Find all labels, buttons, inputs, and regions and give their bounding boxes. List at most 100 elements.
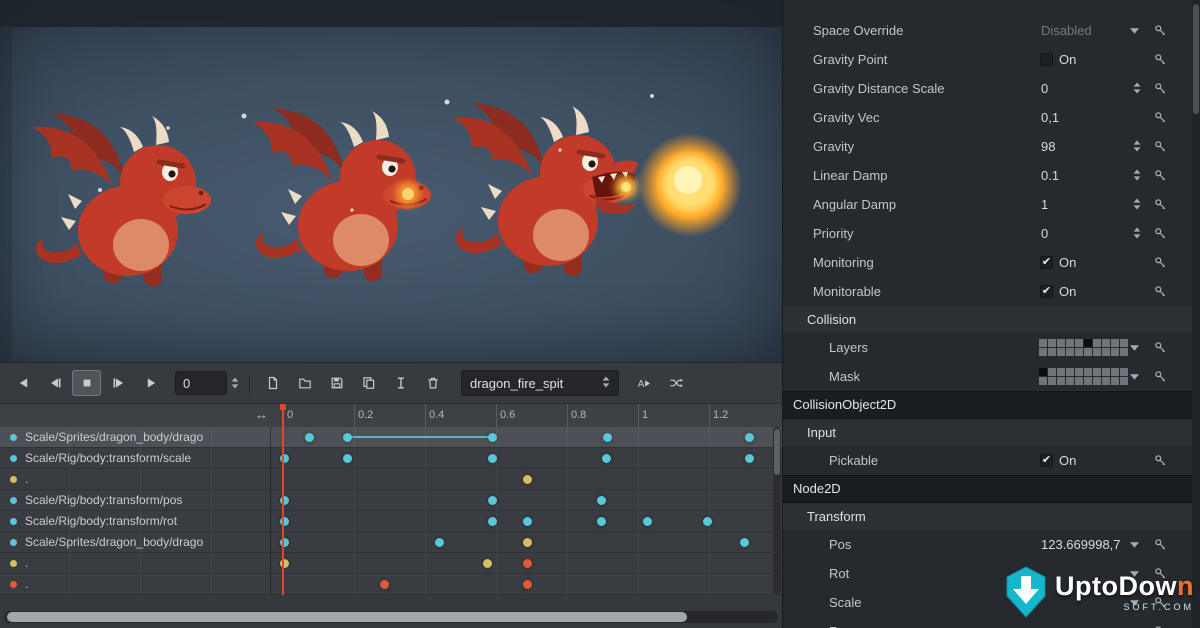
layer-cell[interactable] bbox=[1084, 368, 1092, 376]
layer-cell[interactable] bbox=[1057, 348, 1065, 356]
key-icon[interactable] bbox=[1154, 538, 1167, 551]
keyframe[interactable] bbox=[280, 538, 289, 547]
layer-cell[interactable] bbox=[1048, 377, 1056, 385]
timeline-track-6[interactable]: . bbox=[0, 553, 782, 574]
layer-cell[interactable] bbox=[1120, 377, 1128, 385]
current-frame-input[interactable]: 0 bbox=[175, 371, 227, 395]
layer-cell[interactable] bbox=[1102, 339, 1110, 347]
duplicate-animation-button[interactable] bbox=[354, 370, 383, 396]
keyframe[interactable] bbox=[523, 475, 532, 484]
keyframe[interactable] bbox=[488, 496, 497, 505]
layer-cell[interactable] bbox=[1066, 368, 1074, 376]
property-checkbox[interactable]: ✔On bbox=[1040, 255, 1076, 270]
checkbox-checked-icon[interactable]: ✔ bbox=[1040, 454, 1053, 467]
layer-grid[interactable] bbox=[1039, 339, 1128, 356]
layer-cell[interactable] bbox=[1120, 339, 1128, 347]
property-value[interactable]: 123.669998,7 bbox=[1041, 537, 1121, 552]
keyframe[interactable] bbox=[343, 433, 352, 442]
timeline-horizontal-scrollbar[interactable] bbox=[4, 611, 778, 623]
layer-cell[interactable] bbox=[1093, 339, 1101, 347]
layer-cell[interactable] bbox=[1102, 377, 1110, 385]
layer-cell[interactable] bbox=[1066, 377, 1074, 385]
spinner-icon[interactable] bbox=[1133, 169, 1141, 181]
frame-spinner-icon[interactable] bbox=[231, 377, 239, 389]
timeline-track-1[interactable]: Scale/Rig/body:transform/scale bbox=[0, 448, 782, 469]
timeline-track-5[interactable]: Scale/Sprites/dragon_body/drago bbox=[0, 532, 782, 553]
timeline-vertical-scrollbar[interactable] bbox=[773, 427, 781, 595]
layer-cell[interactable] bbox=[1039, 377, 1047, 385]
checkbox-unchecked-icon[interactable] bbox=[1040, 53, 1053, 66]
spinner-icon[interactable] bbox=[1133, 227, 1141, 239]
stop-button[interactable] bbox=[72, 370, 101, 396]
property-checkbox[interactable]: ✔On bbox=[1040, 453, 1076, 468]
animation-name-dropdown[interactable]: dragon_fire_spit bbox=[461, 370, 619, 396]
layer-cell[interactable] bbox=[1084, 348, 1092, 356]
keyframe[interactable] bbox=[280, 517, 289, 526]
keyframe[interactable] bbox=[280, 559, 289, 568]
layer-cell[interactable] bbox=[1093, 368, 1101, 376]
checkbox-checked-icon[interactable]: ✔ bbox=[1040, 256, 1053, 269]
keyframe[interactable] bbox=[343, 454, 352, 463]
keyframe[interactable] bbox=[603, 433, 612, 442]
property-value[interactable]: Disabled bbox=[1041, 23, 1092, 38]
layer-cell[interactable] bbox=[1111, 377, 1119, 385]
key-icon[interactable] bbox=[1154, 341, 1167, 354]
property-value[interactable]: 0,1 bbox=[1041, 110, 1059, 125]
layer-cell[interactable] bbox=[1075, 377, 1083, 385]
layer-cell[interactable] bbox=[1084, 339, 1092, 347]
property-checkbox[interactable]: ✔On bbox=[1040, 284, 1076, 299]
keyframe[interactable] bbox=[523, 538, 532, 547]
delete-animation-button[interactable] bbox=[418, 370, 447, 396]
keyframe[interactable] bbox=[523, 559, 532, 568]
keyframe[interactable] bbox=[745, 454, 754, 463]
layer-cell[interactable] bbox=[1048, 339, 1056, 347]
layer-cell[interactable] bbox=[1084, 377, 1092, 385]
vertical-scrollbar-thumb[interactable] bbox=[774, 429, 780, 475]
layer-cell[interactable] bbox=[1111, 368, 1119, 376]
2d-viewport[interactable] bbox=[0, 0, 782, 362]
layer-cell[interactable] bbox=[1066, 348, 1074, 356]
layer-cell[interactable] bbox=[1102, 348, 1110, 356]
inspector-section-collision[interactable]: Collision bbox=[783, 306, 1200, 333]
layer-cell[interactable] bbox=[1066, 339, 1074, 347]
inspector-section-input[interactable]: Input bbox=[783, 419, 1200, 446]
layer-cell[interactable] bbox=[1120, 368, 1128, 376]
chevron-down-icon[interactable] bbox=[1130, 374, 1139, 380]
keyframe[interactable] bbox=[280, 496, 289, 505]
layer-cell[interactable] bbox=[1039, 348, 1047, 356]
previous-frame-button[interactable] bbox=[40, 370, 69, 396]
layer-cell[interactable] bbox=[1093, 377, 1101, 385]
key-icon[interactable] bbox=[1154, 82, 1167, 95]
inspector-scrollbar[interactable] bbox=[1192, 0, 1200, 628]
key-icon[interactable] bbox=[1154, 227, 1167, 240]
load-animation-button[interactable] bbox=[290, 370, 319, 396]
keyframe[interactable] bbox=[523, 517, 532, 526]
layer-cell[interactable] bbox=[1075, 368, 1083, 376]
play-backwards-button[interactable] bbox=[8, 370, 37, 396]
keyframe[interactable] bbox=[523, 580, 532, 589]
spinner-icon[interactable] bbox=[1133, 82, 1141, 94]
layer-cell[interactable] bbox=[1048, 368, 1056, 376]
layer-cell[interactable] bbox=[1057, 368, 1065, 376]
play-button[interactable] bbox=[136, 370, 165, 396]
key-icon[interactable] bbox=[1154, 140, 1167, 153]
property-value[interactable]: 1 bbox=[1041, 197, 1048, 212]
animation-name-spinner-icon[interactable] bbox=[602, 376, 610, 391]
horizontal-scrollbar-thumb[interactable] bbox=[7, 612, 687, 622]
key-icon[interactable] bbox=[1154, 111, 1167, 124]
keyframe[interactable] bbox=[435, 538, 444, 547]
keyframe[interactable] bbox=[488, 454, 497, 463]
keyframe[interactable] bbox=[597, 496, 606, 505]
keyframe[interactable] bbox=[305, 433, 314, 442]
key-icon[interactable] bbox=[1154, 370, 1167, 383]
property-value[interactable]: 0 bbox=[1041, 81, 1048, 96]
layer-cell[interactable] bbox=[1120, 348, 1128, 356]
inspector-scrollbar-thumb[interactable] bbox=[1193, 4, 1199, 114]
timeline-track-2[interactable]: . bbox=[0, 469, 782, 490]
timeline-track-0[interactable]: Scale/Sprites/dragon_body/drago bbox=[0, 427, 782, 448]
layer-cell[interactable] bbox=[1057, 377, 1065, 385]
keyframe[interactable] bbox=[597, 517, 606, 526]
layer-cell[interactable] bbox=[1111, 348, 1119, 356]
chevron-down-icon[interactable] bbox=[1130, 28, 1139, 34]
property-value[interactable]: 0 bbox=[1041, 226, 1048, 241]
